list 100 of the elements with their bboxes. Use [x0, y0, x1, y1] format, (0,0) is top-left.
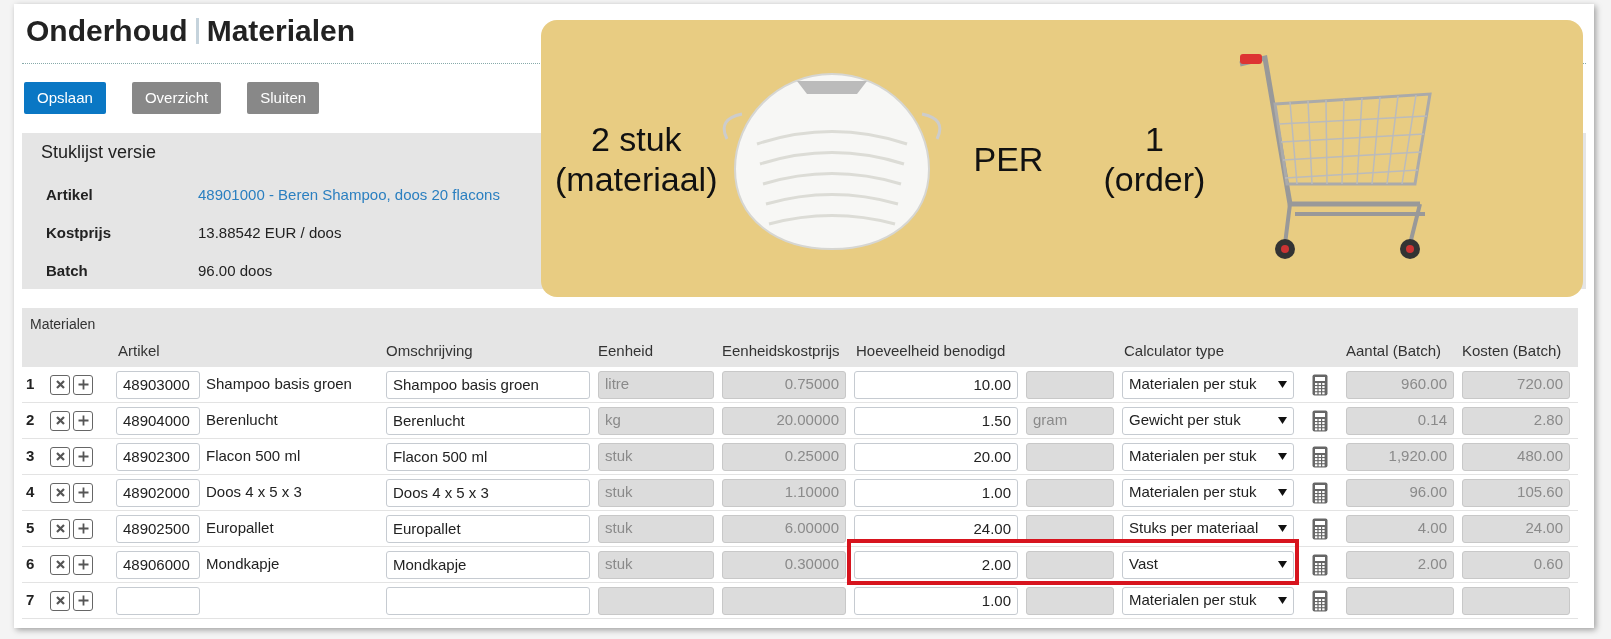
row-number: 6 [25, 554, 36, 575]
description-field[interactable]: Flacon 500 ml [386, 442, 590, 471]
article-number-field[interactable]: 48904000 [116, 406, 200, 435]
calculator-type-select[interactable]: Gewicht per stuk [1122, 406, 1294, 435]
calculator-icon[interactable] [1312, 481, 1328, 504]
toolbar-button[interactable]: Overzicht [131, 82, 222, 114]
article-number-field[interactable]: 48902300 [116, 442, 200, 471]
unit-cost-field: 20.00000 [722, 406, 846, 435]
calculator-type-select[interactable]: Materialen per stuk [1122, 586, 1294, 615]
calculator-icon[interactable] [1312, 589, 1328, 612]
row-number: 4 [25, 482, 36, 503]
batch-cost-field: 24.00 [1462, 514, 1570, 543]
column-header: Eenheidskostprijs [721, 340, 841, 361]
unit-cost-field: 6.00000 [722, 514, 846, 543]
column-header: Eenheid [597, 340, 655, 361]
dropdown-caret-icon [1278, 381, 1287, 388]
dropdown-caret-icon [1278, 489, 1287, 496]
batch-quantity-field: 96.00 [1346, 478, 1454, 507]
quantity-field[interactable]: 2.00 [854, 550, 1018, 579]
plus-icon [77, 595, 89, 606]
delete-row-button[interactable] [50, 590, 70, 611]
batch-quantity-field: 1,920.00 [1346, 442, 1454, 471]
title-separator [195, 17, 199, 44]
article-name: Flacon 500 ml [205, 446, 302, 467]
quantity-field[interactable]: 1.00 [854, 478, 1018, 507]
article-number-field[interactable]: 48902000 [116, 478, 200, 507]
unit-cost-field: 0.25000 [722, 442, 846, 471]
batch-quantity-field: 0.14 [1346, 406, 1454, 435]
plus-icon [77, 487, 89, 498]
calculator-icon[interactable] [1312, 373, 1328, 396]
unit-field: stuk [598, 550, 714, 579]
calculator-icon[interactable] [1312, 553, 1328, 576]
description-field[interactable]: Berenlucht [386, 406, 590, 435]
delete-row-button[interactable] [50, 482, 70, 503]
batch-quantity-field: 2.00 [1346, 550, 1454, 579]
delete-row-button[interactable] [50, 446, 70, 467]
field-label: Batch [46, 260, 89, 281]
calculator-icon[interactable] [1312, 517, 1328, 540]
description-field[interactable]: Europallet [386, 514, 590, 543]
column-header: Aantal (Batch) [1345, 340, 1443, 361]
close-icon [55, 416, 65, 425]
close-icon [55, 380, 65, 389]
close-icon [55, 524, 65, 533]
calculator-type-select[interactable]: Materialen per stuk [1122, 442, 1294, 471]
plus-icon [77, 523, 89, 534]
plus-icon [77, 451, 89, 462]
calculator-icon[interactable] [1312, 445, 1328, 468]
add-row-button[interactable] [73, 446, 93, 467]
close-icon [55, 488, 65, 497]
column-header: Artikel [117, 340, 161, 361]
batch-quantity-field: 960.00 [1346, 370, 1454, 399]
add-row-button[interactable] [73, 554, 93, 575]
article-number-field[interactable]: 48906000 [116, 550, 200, 579]
description-field[interactable]: Mondkapje [386, 550, 590, 579]
field-label: Kostprijs [46, 222, 112, 243]
quantity-field[interactable]: 1.00 [854, 586, 1018, 615]
delete-row-button[interactable] [50, 410, 70, 431]
description-field[interactable]: Shampoo basis groen [386, 370, 590, 399]
field-value: 13.88542 EUR / doos [198, 222, 342, 243]
row-number: 3 [25, 446, 36, 467]
description-field[interactable] [386, 586, 590, 615]
toolbar-button[interactable]: Opslaan [24, 82, 106, 114]
close-icon [55, 596, 65, 605]
unit-field: stuk [598, 442, 714, 471]
breadcrumb-section: Onderhoud [26, 8, 188, 53]
calculator-icon[interactable] [1312, 409, 1328, 432]
batch-cost-field: 480.00 [1462, 442, 1570, 471]
batch-cost-field: 2.80 [1462, 406, 1570, 435]
article-number-field[interactable]: 48903000 [116, 370, 200, 399]
article-name: Mondkapje [205, 554, 281, 575]
batch-quantity-field: 4.00 [1346, 514, 1454, 543]
unit-cost-field: 0.30000 [722, 550, 846, 579]
calculator-type-select[interactable]: Vast [1122, 550, 1294, 579]
quantity-field[interactable]: 10.00 [854, 370, 1018, 399]
add-row-button[interactable] [73, 590, 93, 611]
column-header: Calculator type [1123, 340, 1226, 361]
panel-heading: Materialen [30, 315, 97, 334]
banner-text: 2 stuk (materiaal) [555, 118, 718, 199]
article-name: Shampoo basis groen [205, 374, 353, 395]
unit-field: stuk [598, 478, 714, 507]
add-row-button[interactable] [73, 374, 93, 395]
toolbar-button[interactable]: Sluiten [247, 82, 320, 114]
add-row-button[interactable] [73, 410, 93, 431]
article-number-field[interactable] [116, 586, 200, 615]
description-field[interactable]: Doos 4 x 5 x 3 [386, 478, 590, 507]
row-number: 2 [25, 410, 36, 431]
panel-heading: Stuklijst versie [41, 141, 157, 164]
dropdown-caret-icon [1278, 453, 1287, 460]
calculator-type-select[interactable]: Materialen per stuk [1122, 478, 1294, 507]
dropdown-caret-icon [1278, 561, 1287, 568]
calculator-type-select[interactable]: Materialen per stuk [1122, 370, 1294, 399]
quantity-field[interactable]: 1.50 [854, 406, 1018, 435]
delete-row-button[interactable] [50, 518, 70, 539]
quantity-field[interactable]: 20.00 [854, 442, 1018, 471]
article-number-field[interactable]: 48902500 [116, 514, 200, 543]
add-row-button[interactable] [73, 482, 93, 503]
add-row-button[interactable] [73, 518, 93, 539]
delete-row-button[interactable] [50, 554, 70, 575]
unit-cost-field: 0.75000 [722, 370, 846, 399]
delete-row-button[interactable] [50, 374, 70, 395]
